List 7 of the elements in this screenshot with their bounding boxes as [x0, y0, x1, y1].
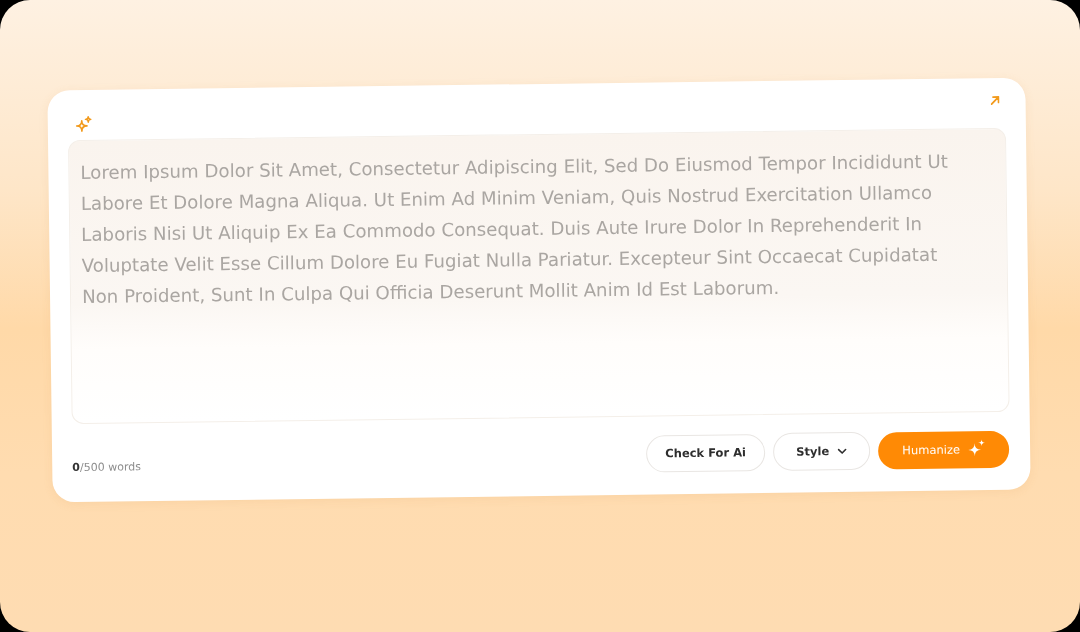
arrow-up-right-icon[interactable] — [990, 95, 1000, 106]
text-input[interactable]: Lorem Ipsum Dolor Sit Amet, Consectetur Adipiscing Elit, Sed Do Eiusmod Tempor Incididunt Ut Labore Et Dolore Magna Aliqua. Ut Enim Ad Minim Veniam, Quis Nostrud Exercitation Ullamco Laboris Nisi Ut Aliquip Ex Ea Commodo Consequat. Duis Aute Irure Dolor In Reprehenderit In Voluptate Velit Esse Cillum Dolore Eu Fugiat Nulla Pariatur. Excepteur Sint Occaecat Cupidatat Non Proident, Sunt In Culpa Qui Officia Deserunt Mollit Anim Id Est Laborum. — [68, 127, 1010, 425]
sparkle-icon — [75, 115, 92, 133]
chevron-down-icon — [837, 447, 848, 455]
check-ai-button[interactable]: Check For Ai — [645, 433, 766, 473]
word-count: 0/500 words — [72, 459, 141, 474]
style-dropdown[interactable]: Style — [772, 431, 871, 471]
